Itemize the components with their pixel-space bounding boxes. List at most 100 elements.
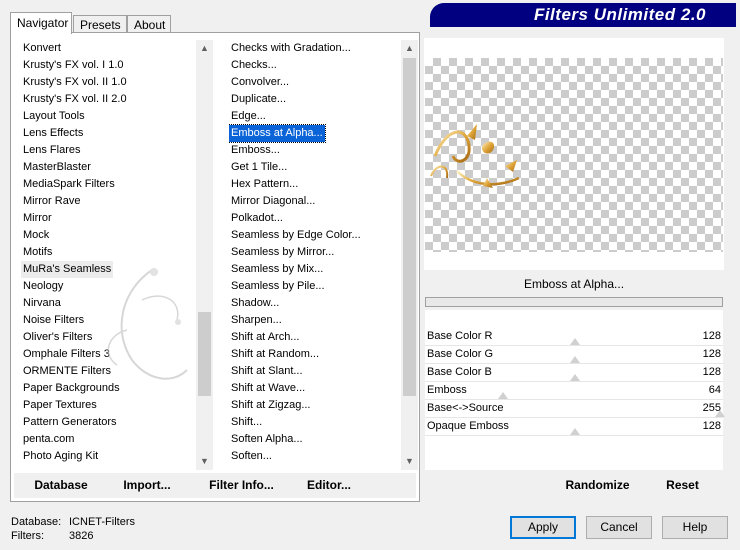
category-scrollbar[interactable]: ▲ ▼ — [196, 40, 213, 470]
apply-button[interactable]: Apply — [510, 516, 576, 539]
slider-thumb-icon[interactable] — [497, 392, 508, 399]
filter-item[interactable]: Shift at Slant... — [229, 363, 305, 380]
scroll-up-icon[interactable]: ▲ — [401, 40, 418, 57]
ornament-preview-icon — [430, 124, 520, 188]
scroll-down-icon[interactable]: ▼ — [196, 453, 213, 470]
parameter-name: Base Color G — [427, 348, 494, 360]
navigator-toolbar: Database Import... Filter Info... Editor… — [14, 473, 416, 498]
filter-item[interactable]: Checks with Gradation... — [229, 40, 353, 57]
parameter-slider[interactable]: Opaque Emboss 128 — [425, 418, 723, 436]
filters-count-label: Filters: — [11, 530, 44, 542]
filter-item[interactable]: Polkadot... — [229, 210, 285, 227]
slider-thumb-icon[interactable] — [570, 356, 580, 363]
category-list[interactable]: Konvert Krusty's FX vol. I 1.0 Krusty's FX… — [21, 40, 196, 470]
category-item[interactable]: Lens Flares — [21, 142, 82, 159]
category-item[interactable]: Paper Textures — [21, 397, 99, 414]
category-item[interactable]: Neology — [21, 278, 65, 295]
filter-info-button[interactable]: Filter Info... — [194, 473, 289, 498]
slider-thumb-icon[interactable] — [570, 338, 580, 345]
filter-item[interactable]: Sharpen... — [229, 312, 284, 329]
filter-item[interactable]: Seamless by Edge Color... — [229, 227, 363, 244]
category-item[interactable]: Konvert — [21, 40, 63, 57]
category-item[interactable]: Noise Filters — [21, 312, 86, 329]
parameter-value: 128 — [702, 348, 721, 360]
filter-item[interactable]: Emboss... — [229, 142, 282, 159]
category-item[interactable]: Mirror Rave — [21, 193, 82, 210]
help-button[interactable]: Help — [662, 516, 728, 539]
filter-item[interactable]: Convolver... — [229, 74, 291, 91]
category-item[interactable]: Omphale Filters 3 — [21, 346, 112, 363]
filter-scroll-thumb[interactable] — [403, 58, 416, 396]
filter-item[interactable]: Mirror Diagonal... — [229, 193, 317, 210]
filter-item[interactable]: Hex Pattern... — [229, 176, 300, 193]
filter-item[interactable]: Shadow... — [229, 295, 281, 312]
filter-item[interactable]: Duplicate... — [229, 91, 288, 108]
tab-about[interactable]: About — [127, 15, 171, 33]
filter-item[interactable]: Seamless by Mix... — [229, 261, 325, 278]
category-item[interactable]: penta.com — [21, 431, 76, 448]
scroll-up-icon[interactable]: ▲ — [196, 40, 213, 57]
filter-item[interactable]: Shift at Wave... — [229, 380, 307, 397]
title-banner: Filters Unlimited 2.0 — [430, 3, 736, 27]
filter-item[interactable]: Shift at Arch... — [229, 329, 301, 346]
parameter-name: Base<->Source — [427, 402, 504, 414]
parameter-value: 128 — [702, 330, 721, 342]
category-item[interactable]: MediaSpark Filters — [21, 176, 117, 193]
parameter-slider[interactable]: Base<->Source 255 — [425, 400, 725, 418]
category-item[interactable]: Nirvana — [21, 295, 63, 312]
filter-item[interactable]: Seamless by Mirror... — [229, 244, 336, 261]
filter-item[interactable]: Emboss at Alpha... — [229, 124, 326, 143]
preview-canvas[interactable] — [425, 58, 723, 252]
filter-item[interactable]: Soften Alpha... — [229, 431, 305, 448]
parameter-value: 64 — [708, 384, 721, 396]
category-item[interactable]: Krusty's FX vol. I 1.0 — [21, 57, 126, 74]
filter-item[interactable]: Shift at Random... — [229, 346, 321, 363]
category-item[interactable]: Krusty's FX vol. II 2.0 — [21, 91, 129, 108]
filter-item[interactable]: Edge... — [229, 108, 268, 125]
filter-item[interactable]: Seamless by Pile... — [229, 278, 327, 295]
randomize-button[interactable]: Randomize — [555, 473, 640, 498]
database-label: Database: — [11, 516, 62, 528]
category-item[interactable]: Lens Effects — [21, 125, 85, 142]
tab-presets[interactable]: Presets — [73, 15, 127, 33]
database-button[interactable]: Database — [16, 473, 106, 498]
slider-thumb-icon[interactable] — [570, 428, 580, 435]
category-item[interactable]: Pattern Generators — [21, 414, 119, 431]
parameter-list: Base Color R 128 Base Color G 128 Base Color… — [425, 310, 725, 470]
reset-button[interactable]: Reset — [655, 473, 710, 498]
parameter-slider[interactable]: Base Color R 128 — [425, 328, 723, 346]
category-item[interactable]: ORMENTE Filters — [21, 363, 113, 380]
category-item[interactable]: Motifs — [21, 244, 54, 261]
cancel-button[interactable]: Cancel — [586, 516, 652, 539]
parameter-name: Emboss — [427, 384, 467, 396]
parameter-value: 128 — [702, 420, 721, 432]
category-item[interactable]: Oliver's Filters — [21, 329, 94, 346]
category-item[interactable]: Mirror — [21, 210, 54, 227]
category-item[interactable]: Layout Tools — [21, 108, 87, 125]
category-item[interactable]: Paper Backgrounds — [21, 380, 122, 397]
parameter-slider[interactable]: Base Color G 128 — [425, 346, 723, 364]
scroll-down-icon[interactable]: ▼ — [401, 453, 418, 470]
category-item[interactable]: Mock — [21, 227, 51, 244]
category-item[interactable]: MuRa's Seamless — [21, 261, 114, 278]
category-scroll-thumb[interactable] — [198, 312, 211, 396]
filter-item[interactable]: Get 1 Tile... — [229, 159, 289, 176]
parameter-name: Base Color B — [427, 366, 492, 378]
filter-scrollbar[interactable]: ▲ ▼ — [401, 40, 418, 470]
filter-item[interactable]: Shift... — [229, 414, 264, 431]
import-button[interactable]: Import... — [112, 473, 182, 498]
filter-item[interactable]: Checks... — [229, 57, 279, 74]
category-item[interactable]: MasterBlaster — [21, 159, 93, 176]
parameter-slider[interactable]: Base Color B 128 — [425, 364, 723, 382]
filter-item[interactable]: Soften... — [229, 448, 274, 465]
parameter-value: 128 — [702, 366, 721, 378]
category-item[interactable]: Photo Aging Kit — [21, 448, 100, 465]
filter-list[interactable]: Checks with Gradation... Checks... Convolv… — [229, 40, 401, 470]
tab-navigator[interactable]: Navigator — [10, 12, 72, 34]
category-item[interactable]: Krusty's FX vol. II 1.0 — [21, 74, 129, 91]
filter-item[interactable]: Shift at Zigzag... — [229, 397, 312, 414]
editor-button[interactable]: Editor... — [294, 473, 364, 498]
parameter-slider[interactable]: Emboss 64 — [425, 382, 723, 400]
database-value: ICNET-Filters — [69, 516, 135, 528]
slider-thumb-icon[interactable] — [570, 374, 580, 381]
